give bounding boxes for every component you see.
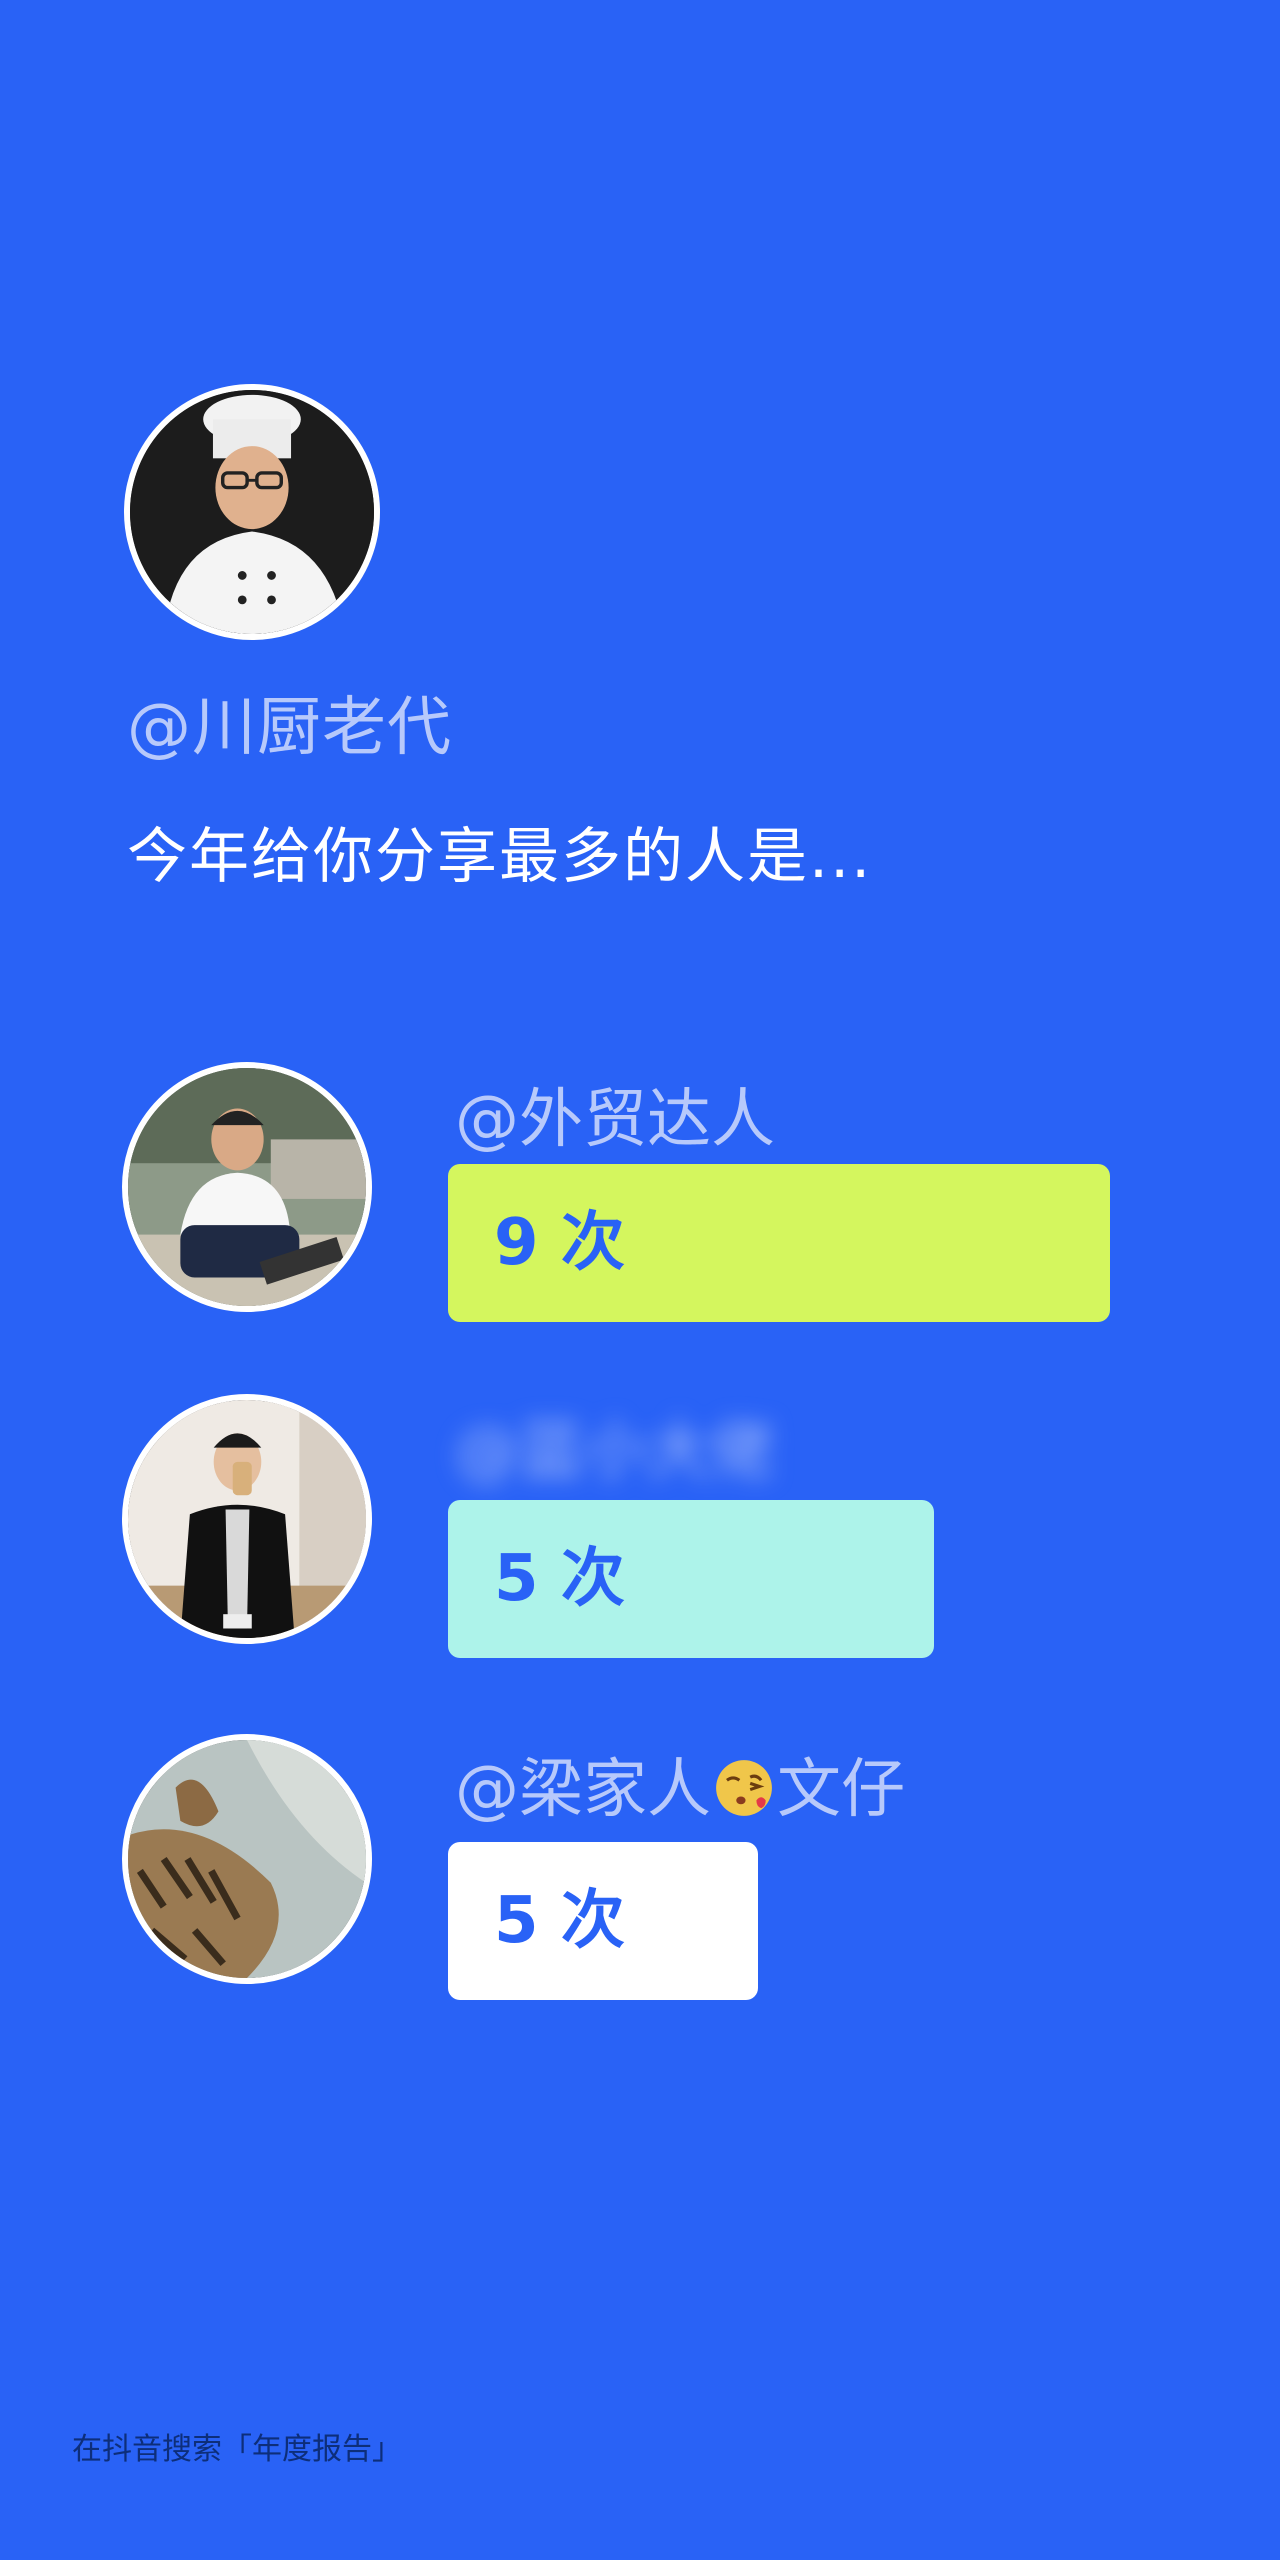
friend-username-3-suffix: 文仔 bbox=[777, 1753, 905, 1827]
friend-share-count-1: 9 次 bbox=[494, 1206, 625, 1280]
friend-username-1[interactable]: @外贸达人 bbox=[455, 1068, 775, 1160]
friend-share-count-2: 5 次 bbox=[494, 1542, 625, 1616]
kissing-face-emoji-icon bbox=[716, 1760, 772, 1816]
owner-username[interactable]: @川厨老代 bbox=[127, 676, 452, 768]
cat-avatar-icon bbox=[128, 1740, 366, 1978]
man-laptop-avatar-icon bbox=[128, 1068, 366, 1306]
owner-avatar[interactable] bbox=[124, 384, 380, 640]
friend-share-bar-1: 9 次 bbox=[448, 1164, 1110, 1322]
friend-avatar-1[interactable] bbox=[122, 1062, 372, 1312]
friend-share-bar-3: 5 次 bbox=[448, 1842, 758, 2000]
friend-share-count-3: 5 次 bbox=[494, 1884, 625, 1958]
chef-avatar-icon bbox=[130, 390, 374, 634]
footer-search-hint[interactable]: 在抖音搜索「年度报告」 bbox=[72, 2424, 402, 2468]
friend-username-3[interactable]: @梁家人 文仔 bbox=[455, 1738, 905, 1830]
man-selfie-avatar-icon bbox=[128, 1400, 366, 1638]
friend-username-2[interactable]: @蓝小大佬 bbox=[455, 1400, 775, 1492]
friend-username-3-prefix: @梁家人 bbox=[455, 1753, 711, 1827]
friend-share-bar-2: 5 次 bbox=[448, 1500, 934, 1658]
friend-avatar-2[interactable] bbox=[122, 1394, 372, 1644]
friend-avatar-3[interactable] bbox=[122, 1734, 372, 1984]
headline: 今年给你分享最多的人是... bbox=[127, 822, 873, 892]
